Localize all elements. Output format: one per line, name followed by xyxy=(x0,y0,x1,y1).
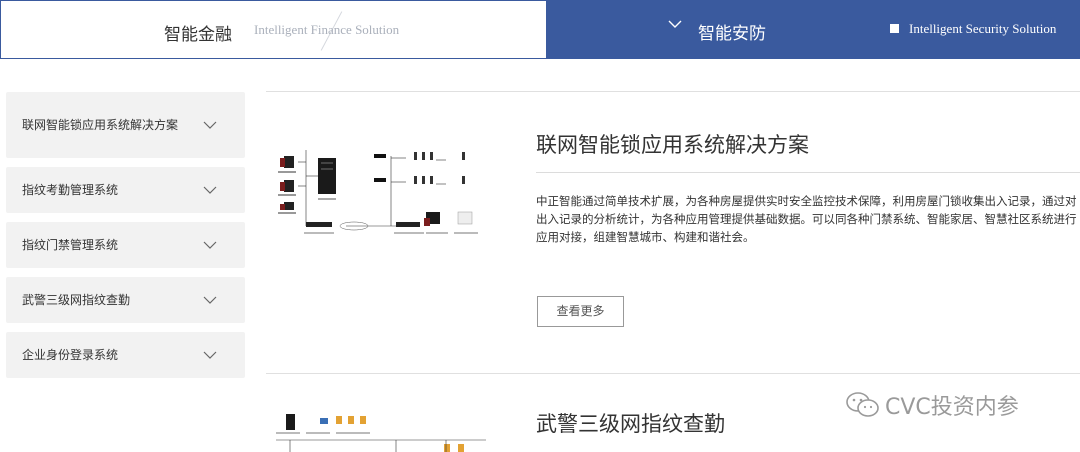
system-diagram-image xyxy=(266,404,496,452)
sidebar-item-fingerprint-access-control[interactable]: 指纹门禁管理系统 xyxy=(6,222,245,268)
chevron-down-icon xyxy=(203,296,217,304)
sidebar-item-fingerprint-attendance[interactable]: 指纹考勤管理系统 xyxy=(6,167,245,213)
system-diagram-image xyxy=(266,146,496,251)
solution-sidebar: 联网智能锁应用系统解决方案 指纹考勤管理系统 指纹门禁管理系统 武警三级网指纹查… xyxy=(6,92,245,387)
solution-tabs: 智能金融 Intelligent Finance Solution 智能安防 I… xyxy=(0,0,1080,59)
tab-intelligent-finance[interactable]: 智能金融 Intelligent Finance Solution xyxy=(0,0,547,59)
view-more-button[interactable]: 查看更多 xyxy=(537,296,624,327)
watermark: CVC投资内参 xyxy=(845,389,1019,421)
watermark-text: CVC投资内参 xyxy=(885,395,1019,420)
chevron-down-icon xyxy=(203,241,217,249)
tab-security-label: 智能安防 xyxy=(698,24,766,44)
tab-intelligent-security[interactable]: 智能安防 Intelligent Security Solution xyxy=(547,0,1080,59)
solution-description: 中正智能通过简单技术扩展，为各种房屋提供实时安全监控技术保障，利用房屋门锁收集出… xyxy=(536,194,1077,244)
chevron-down-icon xyxy=(668,20,682,28)
wechat-icon xyxy=(846,392,879,417)
chevron-down-icon xyxy=(203,186,217,194)
sidebar-item-label: 指纹考勤管理系统 xyxy=(22,183,119,197)
sidebar-item-enterprise-identity-login[interactable]: 企业身份登录系统 xyxy=(6,332,245,378)
tab-finance-label: 智能金融 xyxy=(164,25,232,45)
solution-title: 联网智能锁应用系统解决方案 xyxy=(536,133,809,157)
solution-card-smart-lock: 联网智能锁应用系统解决方案 中正智能通过简单技术扩展，为各种房屋提供实时安全监控… xyxy=(266,92,1080,373)
sidebar-item-label: 联网智能锁应用系统解决方案 xyxy=(22,118,179,132)
sidebar-item-networked-smart-lock[interactable]: 联网智能锁应用系统解决方案 xyxy=(6,92,245,158)
chevron-down-icon xyxy=(203,121,217,129)
sidebar-item-label: 企业身份登录系统 xyxy=(22,348,119,362)
sidebar-item-label: 指纹门禁管理系统 xyxy=(22,238,119,252)
sidebar-item-label: 武警三级网指纹查勤 xyxy=(22,293,131,307)
solution-title: 武警三级网指纹查勤 xyxy=(536,412,725,436)
tab-finance-subtitle: Intelligent Finance Solution xyxy=(254,22,400,37)
tab-security-subtitle: Intelligent Security Solution xyxy=(909,21,1057,36)
chevron-down-icon xyxy=(203,351,217,359)
title-underline xyxy=(536,172,1080,173)
sidebar-item-armed-police-attendance[interactable]: 武警三级网指纹查勤 xyxy=(6,277,245,323)
square-bullet-icon xyxy=(890,24,899,33)
